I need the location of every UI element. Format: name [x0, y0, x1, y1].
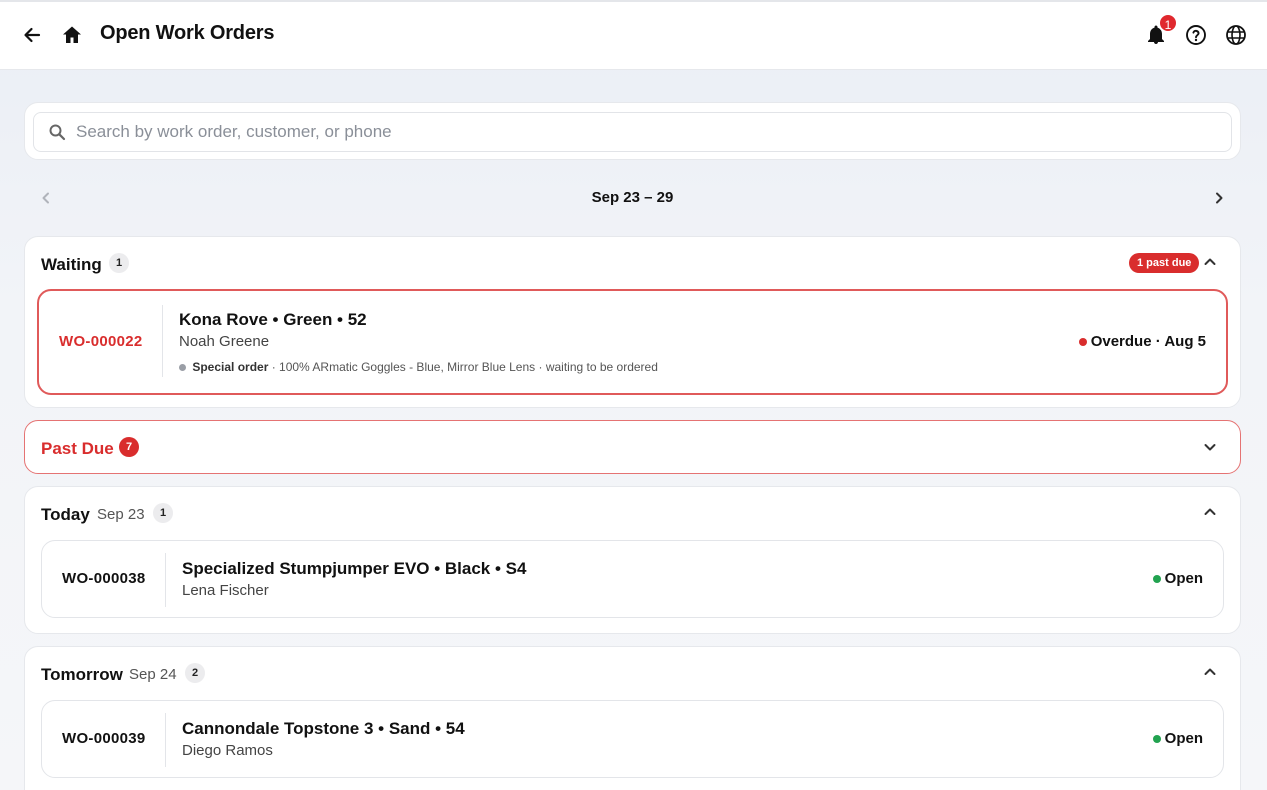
expand-chevron-down-icon[interactable] — [1203, 440, 1217, 459]
work-order-id[interactable]: WO-000022 — [59, 333, 143, 350]
tomorrow-section: Tomorrow Sep 24 2 WO-000039 Cannondale T… — [24, 646, 1241, 790]
work-order-card[interactable]: WO-000022 Kona Rove • Green • 52 Noah Gr… — [37, 289, 1228, 395]
order-status: Open — [1152, 570, 1203, 587]
card-divider — [165, 553, 166, 607]
order-status: Overdue · Aug 5 — [1078, 333, 1206, 350]
status-text: Open — [1164, 730, 1203, 747]
card-divider — [165, 713, 166, 767]
note-label: Special order — [192, 360, 269, 374]
past-due-section[interactable]: Past Due 7 — [24, 420, 1241, 474]
waiting-section: Waiting 1 1 past due WO-000022 Kona Rove… — [24, 236, 1241, 408]
work-order-id[interactable]: WO-000038 — [62, 570, 146, 587]
page-title: Open Work Orders — [100, 22, 275, 44]
collapse-chevron-up-icon[interactable] — [1203, 255, 1217, 274]
tomorrow-date: Sep 24 — [129, 666, 177, 683]
work-order-id[interactable]: WO-000039 — [62, 730, 146, 747]
past-due-count-badge: 7 — [119, 437, 139, 457]
help-icon[interactable] — [1182, 21, 1210, 49]
notification-count-badge: 1 — [1158, 13, 1178, 33]
bike-description: Kona Rove • Green • 52 — [179, 310, 367, 329]
waiting-section-title: Waiting — [41, 255, 102, 274]
waiting-count-badge: 1 — [109, 253, 129, 273]
search-box[interactable] — [33, 112, 1232, 152]
collapse-chevron-up-icon[interactable] — [1203, 665, 1217, 684]
note-text: · 100% ARmatic Goggles - Blue, Mirror Bl… — [268, 360, 658, 374]
overdue-dot-icon — [1078, 338, 1087, 347]
order-status: Open — [1152, 730, 1203, 747]
note-dot-icon — [179, 364, 186, 372]
back-arrow-icon[interactable] — [18, 21, 46, 49]
work-order-card[interactable]: WO-000039 Cannondale Topstone 3 • Sand •… — [41, 700, 1224, 778]
search-icon — [48, 123, 66, 146]
collapse-chevron-up-icon[interactable] — [1203, 505, 1217, 524]
status-text: Overdue · Aug 5 — [1090, 333, 1206, 350]
today-count-badge: 1 — [153, 503, 173, 523]
bike-description: Specialized Stumpjumper EVO • Black • S4 — [182, 559, 527, 578]
globe-icon[interactable] — [1222, 21, 1250, 49]
customer-name: Noah Greene — [179, 333, 270, 350]
top-bar: Open Work Orders 1 — [0, 0, 1267, 70]
customer-name: Diego Ramos — [182, 742, 273, 759]
search-input[interactable] — [76, 113, 1216, 151]
customer-name: Lena Fischer — [182, 582, 269, 599]
past-due-badge: 1 past due — [1129, 253, 1200, 273]
top-edge — [0, 0, 1267, 2]
open-dot-icon — [1152, 575, 1161, 584]
card-divider — [162, 305, 163, 377]
search-card — [24, 102, 1241, 160]
order-note: Special order · 100% ARmatic Goggles - B… — [179, 360, 658, 374]
status-text: Open — [1164, 570, 1203, 587]
next-week-chevron-icon[interactable] — [1207, 186, 1231, 210]
week-range-label: Sep 23 – 29 — [591, 189, 674, 206]
today-date: Sep 23 — [97, 506, 145, 523]
bike-description: Cannondale Topstone 3 • Sand • 54 — [182, 719, 465, 738]
past-due-section-title: Past Due — [41, 439, 114, 458]
today-section: Today Sep 23 1 WO-000038 Specialized Stu… — [24, 486, 1241, 634]
previous-week-chevron-icon[interactable] — [34, 186, 58, 210]
home-icon[interactable] — [58, 21, 86, 49]
tomorrow-section-title: Tomorrow — [41, 665, 123, 684]
tomorrow-count-badge: 2 — [185, 663, 205, 683]
today-section-title: Today — [41, 505, 90, 524]
work-order-card[interactable]: WO-000038 Specialized Stumpjumper EVO • … — [41, 540, 1224, 618]
open-dot-icon — [1152, 735, 1161, 744]
